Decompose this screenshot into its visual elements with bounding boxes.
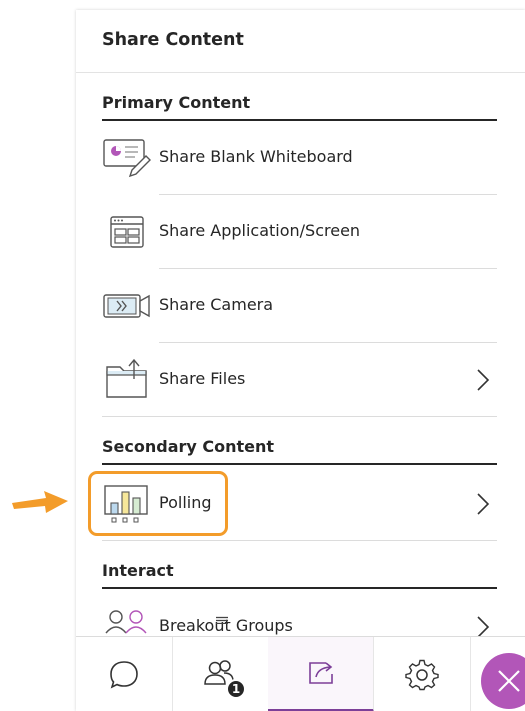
folder-upload-icon	[102, 356, 152, 404]
camera-icon	[102, 282, 152, 330]
close-icon	[498, 670, 520, 692]
share-blank-whiteboard-label: Share Blank Whiteboard	[159, 147, 353, 166]
section-interact: Interact	[102, 561, 497, 589]
share-application-screen-label: Share Application/Screen	[159, 221, 361, 240]
tab-settings[interactable]	[374, 637, 471, 711]
share-content-panel: Share Content Primary Content Share Blan…	[76, 10, 525, 711]
gear-icon	[405, 659, 439, 690]
share-application-screen-item[interactable]: Share Application/Screen	[102, 195, 497, 269]
close-session-button[interactable]	[481, 653, 525, 709]
panel-header: Share Content	[76, 10, 525, 73]
share-files-label: Share Files	[159, 369, 246, 388]
share-camera-item[interactable]: Share Camera	[102, 269, 497, 343]
whiteboard-icon	[102, 134, 152, 182]
tab-share-content[interactable]	[268, 637, 374, 711]
tab-chat[interactable]	[76, 637, 173, 711]
attendees-count-badge: 1	[226, 679, 246, 699]
share-content-icon	[308, 662, 333, 684]
divider	[102, 540, 497, 541]
share-camera-label: Share Camera	[159, 295, 274, 314]
chevron-right-icon	[477, 369, 490, 391]
section-primary-content: Primary Content	[102, 93, 497, 121]
application-window-icon	[102, 208, 152, 256]
chevron-right-icon	[477, 493, 490, 515]
pointer-arrow-icon	[12, 491, 68, 513]
chat-bubble-icon	[110, 660, 138, 689]
bottom-tab-bar: 1	[76, 636, 525, 711]
drag-handle-icon[interactable]	[215, 616, 229, 624]
divider	[102, 416, 497, 417]
share-blank-whiteboard-item[interactable]: Share Blank Whiteboard	[102, 121, 497, 195]
tab-attendees[interactable]: 1	[172, 637, 269, 711]
panel-title: Share Content	[102, 30, 244, 50]
section-secondary-content: Secondary Content	[102, 437, 497, 465]
polling-highlight-box	[88, 471, 228, 536]
share-files-item[interactable]: Share Files	[102, 343, 497, 417]
